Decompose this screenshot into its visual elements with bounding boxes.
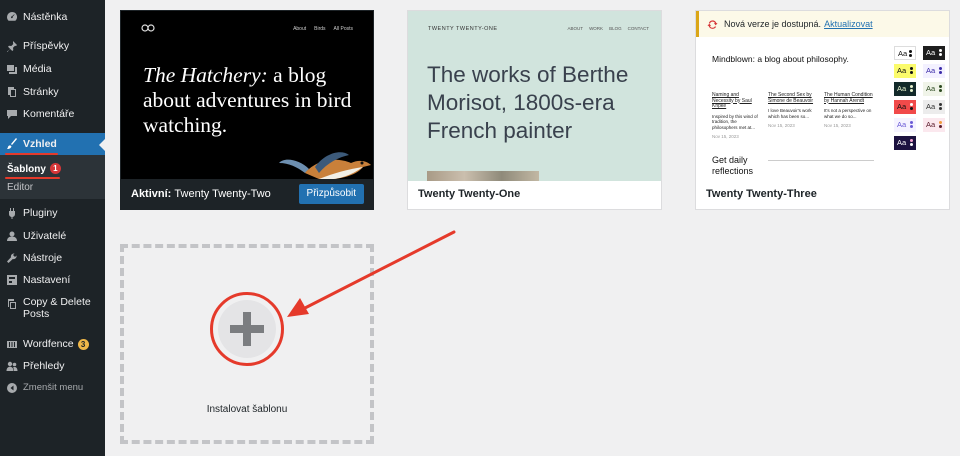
annotation-arrow xyxy=(287,230,456,317)
